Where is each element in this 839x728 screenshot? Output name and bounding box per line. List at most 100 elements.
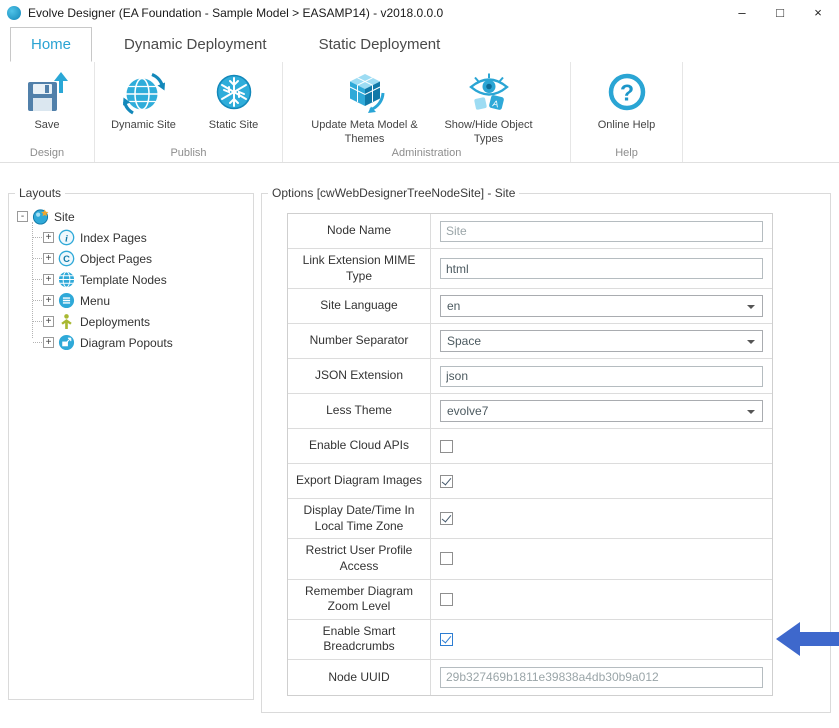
tree-guide xyxy=(33,321,42,322)
tree-item-menu[interactable]: +Menu xyxy=(23,290,253,311)
option-field xyxy=(431,620,772,659)
option-row-remember-diagram-zoom-level: Remember Diagram Zoom Level xyxy=(288,580,772,620)
expand-icon[interactable]: + xyxy=(43,337,54,348)
deployments-icon xyxy=(58,313,75,330)
option-label: Node UUID xyxy=(288,660,431,695)
ribbon-button-label: Save xyxy=(34,119,59,133)
meta-model-icon xyxy=(342,67,388,117)
tree-item-index-pages[interactable]: + i Index Pages xyxy=(23,227,253,248)
tree-guide xyxy=(33,342,42,343)
option-row-less-theme: Less Themeevolve7 xyxy=(288,394,772,429)
tree-guide xyxy=(33,237,42,238)
tree-item-site[interactable]: -Site xyxy=(17,206,253,227)
option-field xyxy=(431,214,772,248)
ribbon: SaveDesign Dynamic Site Static Site Publish… xyxy=(0,62,839,163)
window-title: Evolve Designer (EA Foundation - Sample … xyxy=(28,6,443,20)
json-extension-input[interactable] xyxy=(440,366,763,387)
enable-cloud-apis-checkbox[interactable] xyxy=(440,440,453,453)
close-button[interactable]: × xyxy=(799,0,837,25)
update-meta-model-themes-button[interactable]: Update Meta Model & Themes xyxy=(306,67,424,147)
minimize-button[interactable]: – xyxy=(723,0,761,25)
option-field xyxy=(431,464,772,498)
option-label: JSON Extension xyxy=(288,359,431,393)
tree-item-diagram-popouts[interactable]: + Diagram Popouts xyxy=(23,332,253,353)
option-label: Restrict User Profile Access xyxy=(288,539,431,578)
diagram-popouts-icon xyxy=(58,334,75,351)
option-field xyxy=(431,359,772,393)
tree-guide xyxy=(33,258,42,259)
ribbon-group-administration: Update Meta Model & ThemesAShow/Hide Obj… xyxy=(283,62,571,162)
ribbon-buttons: ?Online Help xyxy=(571,62,682,133)
ribbon-group-help: ?Online Help Help xyxy=(571,62,683,162)
ribbon-button-label: Static Site xyxy=(209,119,259,133)
option-field xyxy=(431,660,772,695)
ribbon-group-name: Administration xyxy=(283,147,570,159)
static-site-button[interactable]: Static Site xyxy=(192,67,276,133)
svg-text:i: i xyxy=(65,233,68,244)
number-separator-select[interactable]: Space xyxy=(440,330,763,352)
tab-dynamic-deployment[interactable]: Dynamic Deployment xyxy=(104,27,287,62)
tree-item-template-nodes[interactable]: + Template Nodes xyxy=(23,269,253,290)
collapse-icon[interactable]: - xyxy=(17,211,28,222)
object-types-icon: A xyxy=(466,67,512,117)
dynamic-site-icon xyxy=(121,67,167,117)
expand-icon[interactable]: + xyxy=(43,253,54,264)
option-field xyxy=(431,539,772,578)
option-field: evolve7 xyxy=(431,394,772,428)
svg-text:C: C xyxy=(63,254,70,265)
expand-icon[interactable]: + xyxy=(43,232,54,243)
static-site-icon xyxy=(211,67,257,117)
expand-icon[interactable]: + xyxy=(43,274,54,285)
tree-item-label: Diagram Popouts xyxy=(80,336,173,350)
option-label: Number Separator xyxy=(288,324,431,358)
save-icon xyxy=(24,67,70,117)
node-name-input xyxy=(440,221,763,242)
dynamic-site-button[interactable]: Dynamic Site xyxy=(102,67,186,133)
option-field xyxy=(431,499,772,538)
remember-diagram-zoom-level-checkbox[interactable] xyxy=(440,593,453,606)
tree-item-deployments[interactable]: +Deployments xyxy=(23,311,253,332)
tree-item-label: Template Nodes xyxy=(80,273,167,287)
option-field xyxy=(431,249,772,288)
ribbon-button-label: Online Help xyxy=(598,119,655,133)
ribbon-group-design: SaveDesign xyxy=(0,62,95,162)
enable-smart-breadcrumbs-checkbox[interactable] xyxy=(440,633,453,646)
layout-tree: -Site + i Index Pages + C Object Pages + Templat… xyxy=(9,194,253,353)
tree-item-label: Index Pages xyxy=(80,231,147,245)
ribbon-group-name: Publish xyxy=(95,147,282,159)
app-icon xyxy=(7,6,21,20)
tab-static-deployment[interactable]: Static Deployment xyxy=(299,27,461,62)
option-row-node-name: Node Name xyxy=(288,214,772,249)
ribbon-button-label: Show/Hide Object Types xyxy=(430,119,548,147)
window-controls: –□× xyxy=(723,0,837,25)
ribbon-group-name: Help xyxy=(571,147,682,159)
option-row-link-extension-mime-type: Link Extension MIME Type xyxy=(288,249,772,289)
ribbon-button-label: Dynamic Site xyxy=(111,119,176,133)
option-row-site-language: Site Languageen xyxy=(288,289,772,324)
site-icon xyxy=(32,208,49,225)
restrict-user-profile-access-checkbox[interactable] xyxy=(440,552,453,565)
select-value: Space xyxy=(447,334,481,348)
tab-home[interactable]: Home xyxy=(10,27,92,62)
tree-item-label: Object Pages xyxy=(80,252,152,266)
expand-icon[interactable]: + xyxy=(43,295,54,306)
export-diagram-images-checkbox[interactable] xyxy=(440,475,453,488)
option-row-restrict-user-profile-access: Restrict User Profile Access xyxy=(288,539,772,579)
online-help-button[interactable]: ?Online Help xyxy=(585,67,669,133)
option-label: Remember Diagram Zoom Level xyxy=(288,580,431,619)
menu-node-icon xyxy=(58,292,75,309)
display-date-time-in-local-time-zone-checkbox[interactable] xyxy=(440,512,453,525)
save-button[interactable]: Save xyxy=(5,67,89,133)
maximize-button[interactable]: □ xyxy=(761,0,799,25)
option-field: Space xyxy=(431,324,772,358)
site-language-select[interactable]: en xyxy=(440,295,763,317)
chevron-down-icon xyxy=(747,305,755,309)
option-row-export-diagram-images: Export Diagram Images xyxy=(288,464,772,499)
show-hide-object-types-button[interactable]: AShow/Hide Object Types xyxy=(430,67,548,147)
less-theme-select[interactable]: evolve7 xyxy=(440,400,763,422)
ribbon-buttons: Save xyxy=(0,62,94,133)
option-row-node-uuid: Node UUID xyxy=(288,660,772,695)
link-extension-mime-type-input[interactable] xyxy=(440,258,763,279)
expand-icon[interactable]: + xyxy=(43,316,54,327)
tree-item-object-pages[interactable]: + C Object Pages xyxy=(23,248,253,269)
